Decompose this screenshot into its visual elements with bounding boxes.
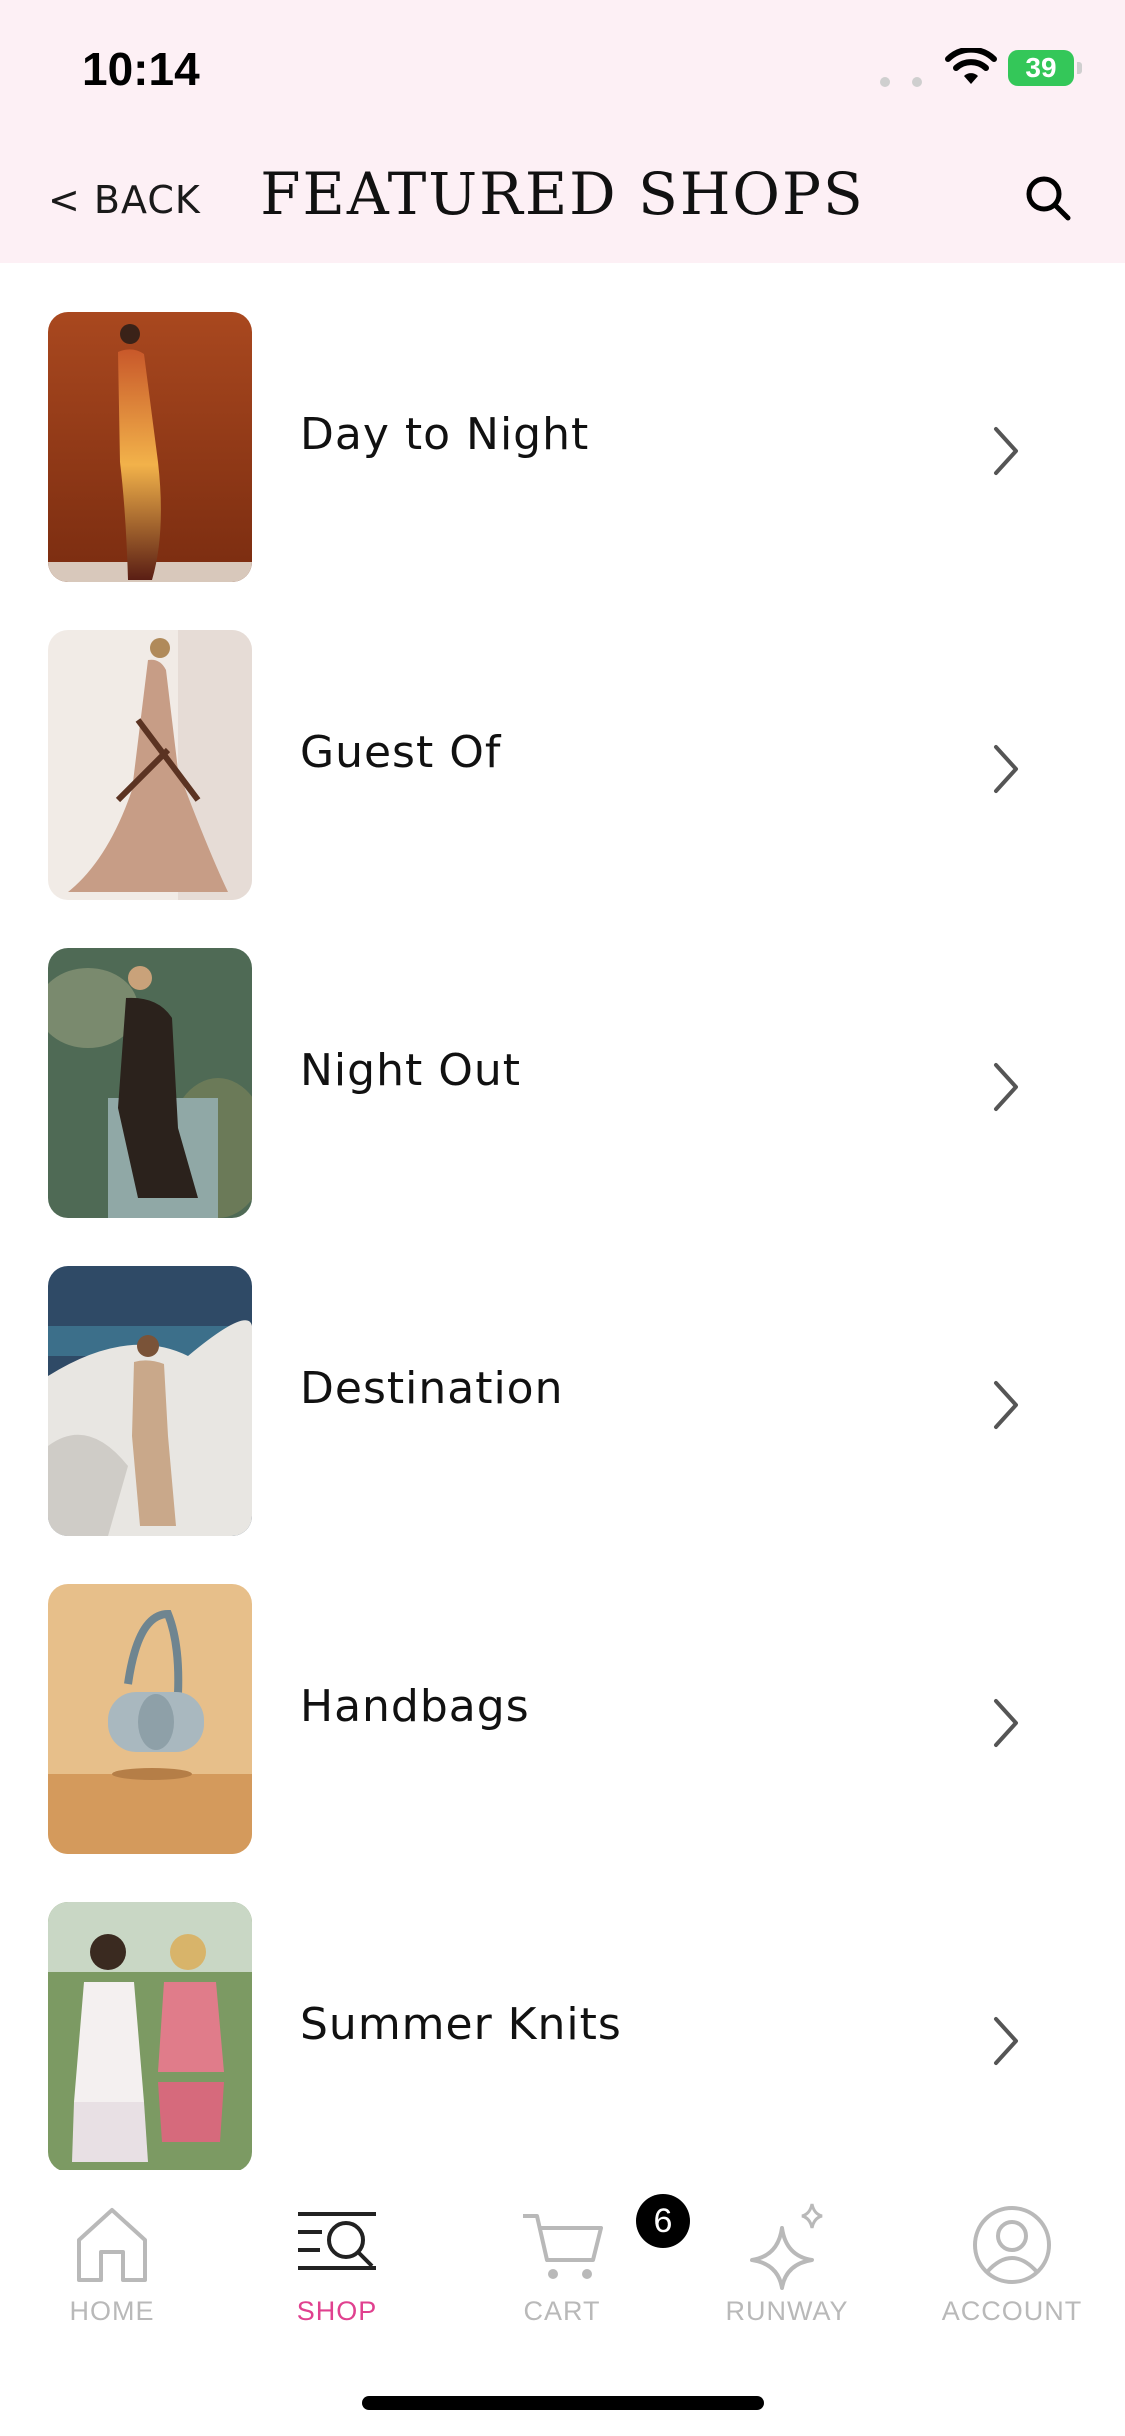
tab-cart[interactable]: CART	[462, 2200, 662, 2340]
tab-label: HOME	[69, 2296, 155, 2326]
tab-label: RUNWAY	[725, 2296, 849, 2326]
chevron-right-icon	[994, 745, 1018, 793]
cart-count-badge: 6	[636, 2194, 690, 2248]
shop-label: Night Out	[300, 1045, 521, 1096]
status-time: 10:14	[82, 43, 200, 95]
chevron-right-icon	[994, 1381, 1018, 1429]
shop-label: Day to Night	[300, 409, 590, 460]
shop-row-destination[interactable]: Destination	[0, 1217, 1125, 1536]
account-icon	[973, 2206, 1051, 2284]
shop-row-night-out[interactable]: Night Out	[0, 899, 1125, 1218]
page-title: FEATURED SHOPS	[260, 160, 865, 228]
sparkle-icon	[750, 2203, 823, 2290]
shop-row-handbags[interactable]: Handbags	[0, 1535, 1125, 1854]
shop-thumbnail	[48, 630, 252, 900]
shop-thumbnail	[48, 1584, 252, 1854]
battery-icon: 39	[1008, 50, 1082, 86]
signal-dots	[880, 72, 944, 91]
chevron-right-icon	[994, 2017, 1018, 2065]
tab-label: CART	[523, 2296, 601, 2326]
shop-label: Summer Knits	[300, 1999, 622, 2050]
tab-label: ACCOUNT	[941, 2296, 1083, 2326]
shop-list: Day to Night Guest Of Night Out Destinat…	[0, 263, 1125, 2172]
shop-row-day-to-night[interactable]: Day to Night	[0, 263, 1125, 582]
header: 10:14 39 < BACK FEATURED SHOPS	[0, 0, 1125, 263]
shop-label: Handbags	[300, 1681, 530, 1732]
battery-level: 39	[1025, 52, 1057, 83]
shop-search-icon	[298, 2212, 376, 2270]
tab-home[interactable]: HOME	[12, 2200, 212, 2340]
cart-icon	[523, 2214, 603, 2279]
wifi-icon	[945, 48, 997, 84]
home-indicator[interactable]	[362, 2396, 764, 2410]
tab-runway[interactable]: RUNWAY	[687, 2200, 887, 2340]
shop-label: Guest Of	[300, 727, 502, 778]
search-icon[interactable]	[1022, 172, 1074, 224]
shop-row-guest-of[interactable]: Guest Of	[0, 581, 1125, 900]
home-icon	[77, 2208, 147, 2282]
shop-row-summer-knits[interactable]: Summer Knits	[0, 1853, 1125, 2172]
chevron-right-icon	[994, 1063, 1018, 1111]
shop-thumbnail	[48, 312, 252, 582]
tab-label: SHOP	[296, 2296, 378, 2326]
chevron-right-icon	[994, 427, 1018, 475]
chevron-right-icon	[994, 1699, 1018, 1747]
tab-account[interactable]: ACCOUNT	[912, 2200, 1112, 2340]
featured-shops-screen: 10:14 39 < BACK FEATURED SHOPS Day to Ni…	[0, 0, 1125, 2436]
shop-thumbnail	[48, 948, 252, 1218]
tab-shop[interactable]: SHOP	[237, 2200, 437, 2340]
shop-thumbnail	[48, 1902, 252, 2172]
shop-label: Destination	[300, 1363, 564, 1414]
shop-thumbnail	[48, 1266, 252, 1536]
